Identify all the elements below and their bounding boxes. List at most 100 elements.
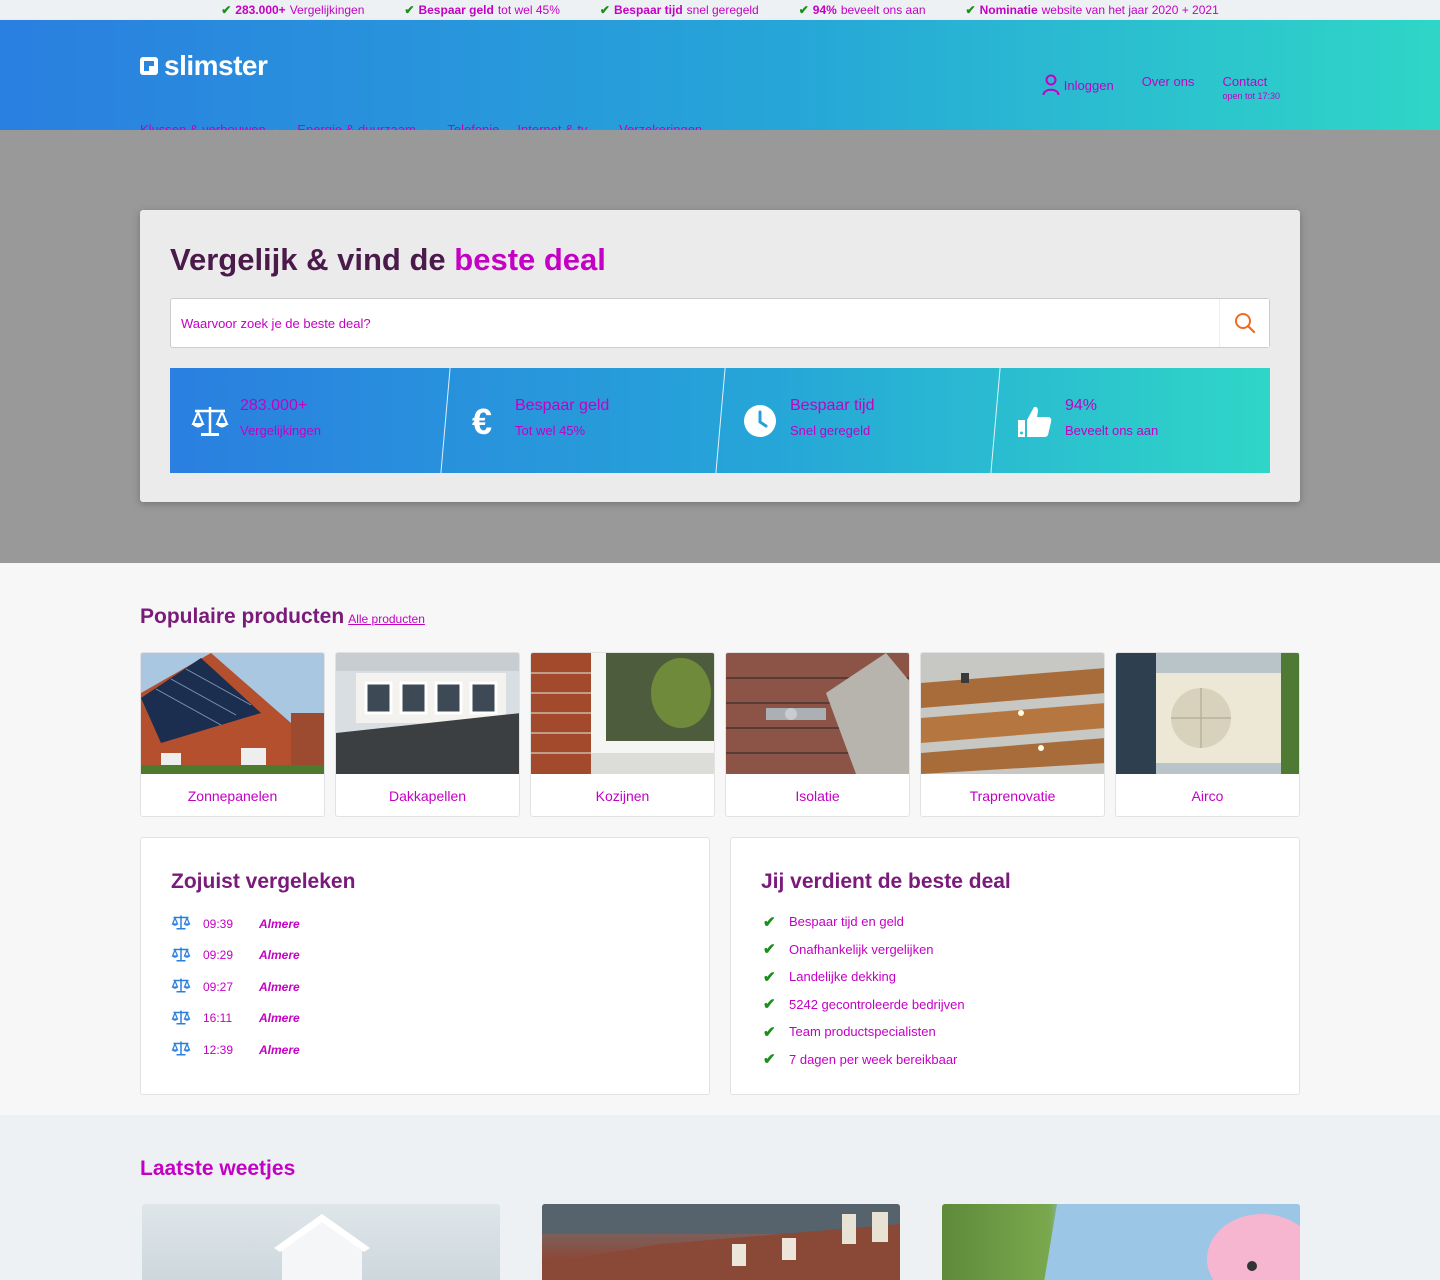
stat-title: Bespaar geld: [515, 397, 610, 414]
popular-heading: Populaire producten Alle producten: [140, 605, 425, 629]
blog-card[interactable]: [142, 1204, 500, 1280]
benefit-item: ✔ Onafhankelijk vergelijken: [763, 936, 965, 964]
recent-item: 16:11 Almere: [171, 1003, 300, 1035]
logo-text: slimster: [164, 50, 268, 81]
recent-city: Almere: [259, 916, 300, 931]
logo[interactable]: slimster: [140, 50, 268, 82]
row-houses-image: [542, 1204, 900, 1280]
piggy-bank-image: [1044, 1204, 1300, 1280]
recent-city: Almere: [259, 948, 300, 963]
stat-text: 94% Beveelt ons aan: [1065, 397, 1158, 438]
product-card[interactable]: Airco: [1115, 652, 1300, 817]
thumbs-up-icon: [1015, 401, 1055, 441]
stat-subtitle: Tot wel 45%: [515, 423, 586, 438]
usp-text: website van het jaar 2020 + 2021: [1041, 3, 1219, 17]
search-icon: [1234, 313, 1255, 334]
benefit-label: Onafhankelijk vergelijken: [789, 941, 934, 957]
scale-icon: [171, 1009, 191, 1028]
benefit-item: ✔ Landelijke dekking: [763, 963, 965, 991]
stats-bar: 283.000+ Vergelijkingen € Bespaar geld Tot w…: [170, 368, 1270, 473]
stat-item: € Bespaar geld Tot wel 45%: [445, 368, 720, 473]
recent-time: 09:29: [203, 948, 234, 963]
benefit-item: ✔ 5242 gecontroleerde bedrijven: [763, 991, 965, 1019]
product-label: Kozijnen: [595, 787, 650, 804]
about-label: Over ons: [1141, 74, 1195, 89]
scale-icon: [171, 977, 191, 996]
hero-title-plain: Vergelijk & vind de: [170, 242, 455, 277]
popular-section: Populaire producten Alle producten Zonne…: [0, 563, 1440, 1115]
blog-cards: [142, 1204, 1300, 1280]
check-icon: ✔: [763, 1023, 776, 1041]
check-icon: ✔: [221, 3, 232, 17]
usp-item: ✔ 283.000+ Vergelijkingen: [221, 3, 364, 17]
stat-subtitle: Beveelt ons aan: [1065, 423, 1159, 438]
check-icon: ✔: [763, 996, 776, 1014]
house-image: [274, 1214, 370, 1280]
hero-title: Vergelijk & vind de beste deal: [170, 242, 606, 278]
contact-label: Contact: [1222, 74, 1268, 89]
logo-icon: [140, 57, 158, 75]
euro-icon: €: [465, 401, 505, 441]
stat-title: 94%: [1065, 397, 1098, 414]
benefit-item: ✔ 7 dagen per week bereikbaar: [763, 1046, 965, 1074]
hero-title-accent: beste deal: [454, 242, 606, 277]
blog-card[interactable]: [542, 1204, 900, 1280]
product-card[interactable]: Kozijnen: [530, 652, 715, 817]
recent-item: 12:39 Almere: [171, 1034, 300, 1066]
popular-title: Populaire producten: [140, 605, 345, 628]
stat-subtitle: Vergelijkingen: [240, 423, 321, 438]
usp-text: snel geregeld: [686, 3, 759, 17]
scale-icon: [190, 401, 230, 441]
usp-item: ✔ 94% beveelt ons aan: [799, 3, 926, 17]
search-input[interactable]: [181, 299, 1211, 347]
check-icon: ✔: [798, 3, 809, 17]
usp-text: beveelt ons aan: [840, 3, 926, 17]
product-label: Zonnepanelen: [187, 787, 278, 804]
recent-time: 12:39: [203, 1042, 234, 1057]
product-image: [726, 653, 909, 774]
search-button[interactable]: [1219, 299, 1269, 347]
stat-title: 283.000+: [240, 397, 308, 414]
benefit-item: ✔ Team productspecialisten: [763, 1018, 965, 1046]
recent-item: 09:29 Almere: [171, 940, 300, 972]
contact-hours: open tot 17:30: [1222, 91, 1280, 101]
product-label: Isolatie: [795, 787, 840, 804]
stat-item: 94% Beveelt ons aan: [995, 368, 1270, 473]
stat-title: Bespaar tijd: [790, 397, 875, 414]
product-card[interactable]: Traprenovatie: [920, 652, 1105, 817]
benefit-label: 5242 gecontroleerde bedrijven: [789, 996, 965, 1012]
usp-bold: Nominatie: [979, 3, 1038, 17]
recent-title: Zojuist vergeleken: [171, 870, 356, 893]
check-icon: ✔: [763, 941, 776, 959]
about-link[interactable]: Over ons: [1142, 74, 1195, 89]
benefit-item: ✔ Bespaar tijd en geld: [763, 908, 965, 936]
contact-link[interactable]: Contact open tot 17:30: [1222, 74, 1280, 101]
recent-city: Almere: [259, 1011, 300, 1026]
stat-text: 283.000+ Vergelijkingen: [240, 397, 321, 438]
scale-icon: [171, 946, 191, 965]
recent-panel: Zojuist vergeleken 09:39 Almere 09:29 Almer…: [140, 837, 710, 1095]
product-card[interactable]: Zonnepanelen: [140, 652, 325, 817]
stat-item: Bespaar tijd Snel geregeld: [720, 368, 995, 473]
product-card[interactable]: Dakkapellen: [335, 652, 520, 817]
scale-icon: [171, 914, 191, 933]
benefit-list: ✔ Bespaar tijd en geld ✔ Onafhankelijk verg…: [763, 908, 965, 1073]
recent-city: Almere: [259, 979, 300, 994]
check-icon: ✔: [599, 3, 610, 17]
check-icon: ✔: [763, 913, 776, 931]
all-products-link[interactable]: Alle producten: [348, 612, 425, 626]
product-image: [531, 653, 714, 774]
recent-list: 09:39 Almere 09:29 Almere 09:27 Almere 16:11 Al…: [171, 908, 300, 1066]
recent-time: 09:39: [203, 916, 234, 931]
search-box: [170, 298, 1270, 348]
blog-card[interactable]: [942, 1204, 1300, 1280]
product-grid: Zonnepanelen Dakkapellen Kozijnen Isolatie T…: [140, 652, 1300, 817]
product-image: [336, 653, 519, 774]
usp-bold: 283.000+: [235, 3, 286, 17]
login-link[interactable]: Inloggen: [1042, 74, 1114, 96]
usp-bar: ✔ 283.000+ Vergelijkingen ✔ Bespaar geld tot …: [0, 0, 1440, 20]
product-card[interactable]: Isolatie: [725, 652, 910, 817]
login-label: Inloggen: [1063, 77, 1114, 93]
usp-item: ✔ Bespaar tijd snel geregeld: [600, 3, 759, 17]
user-icon: [1042, 74, 1060, 96]
